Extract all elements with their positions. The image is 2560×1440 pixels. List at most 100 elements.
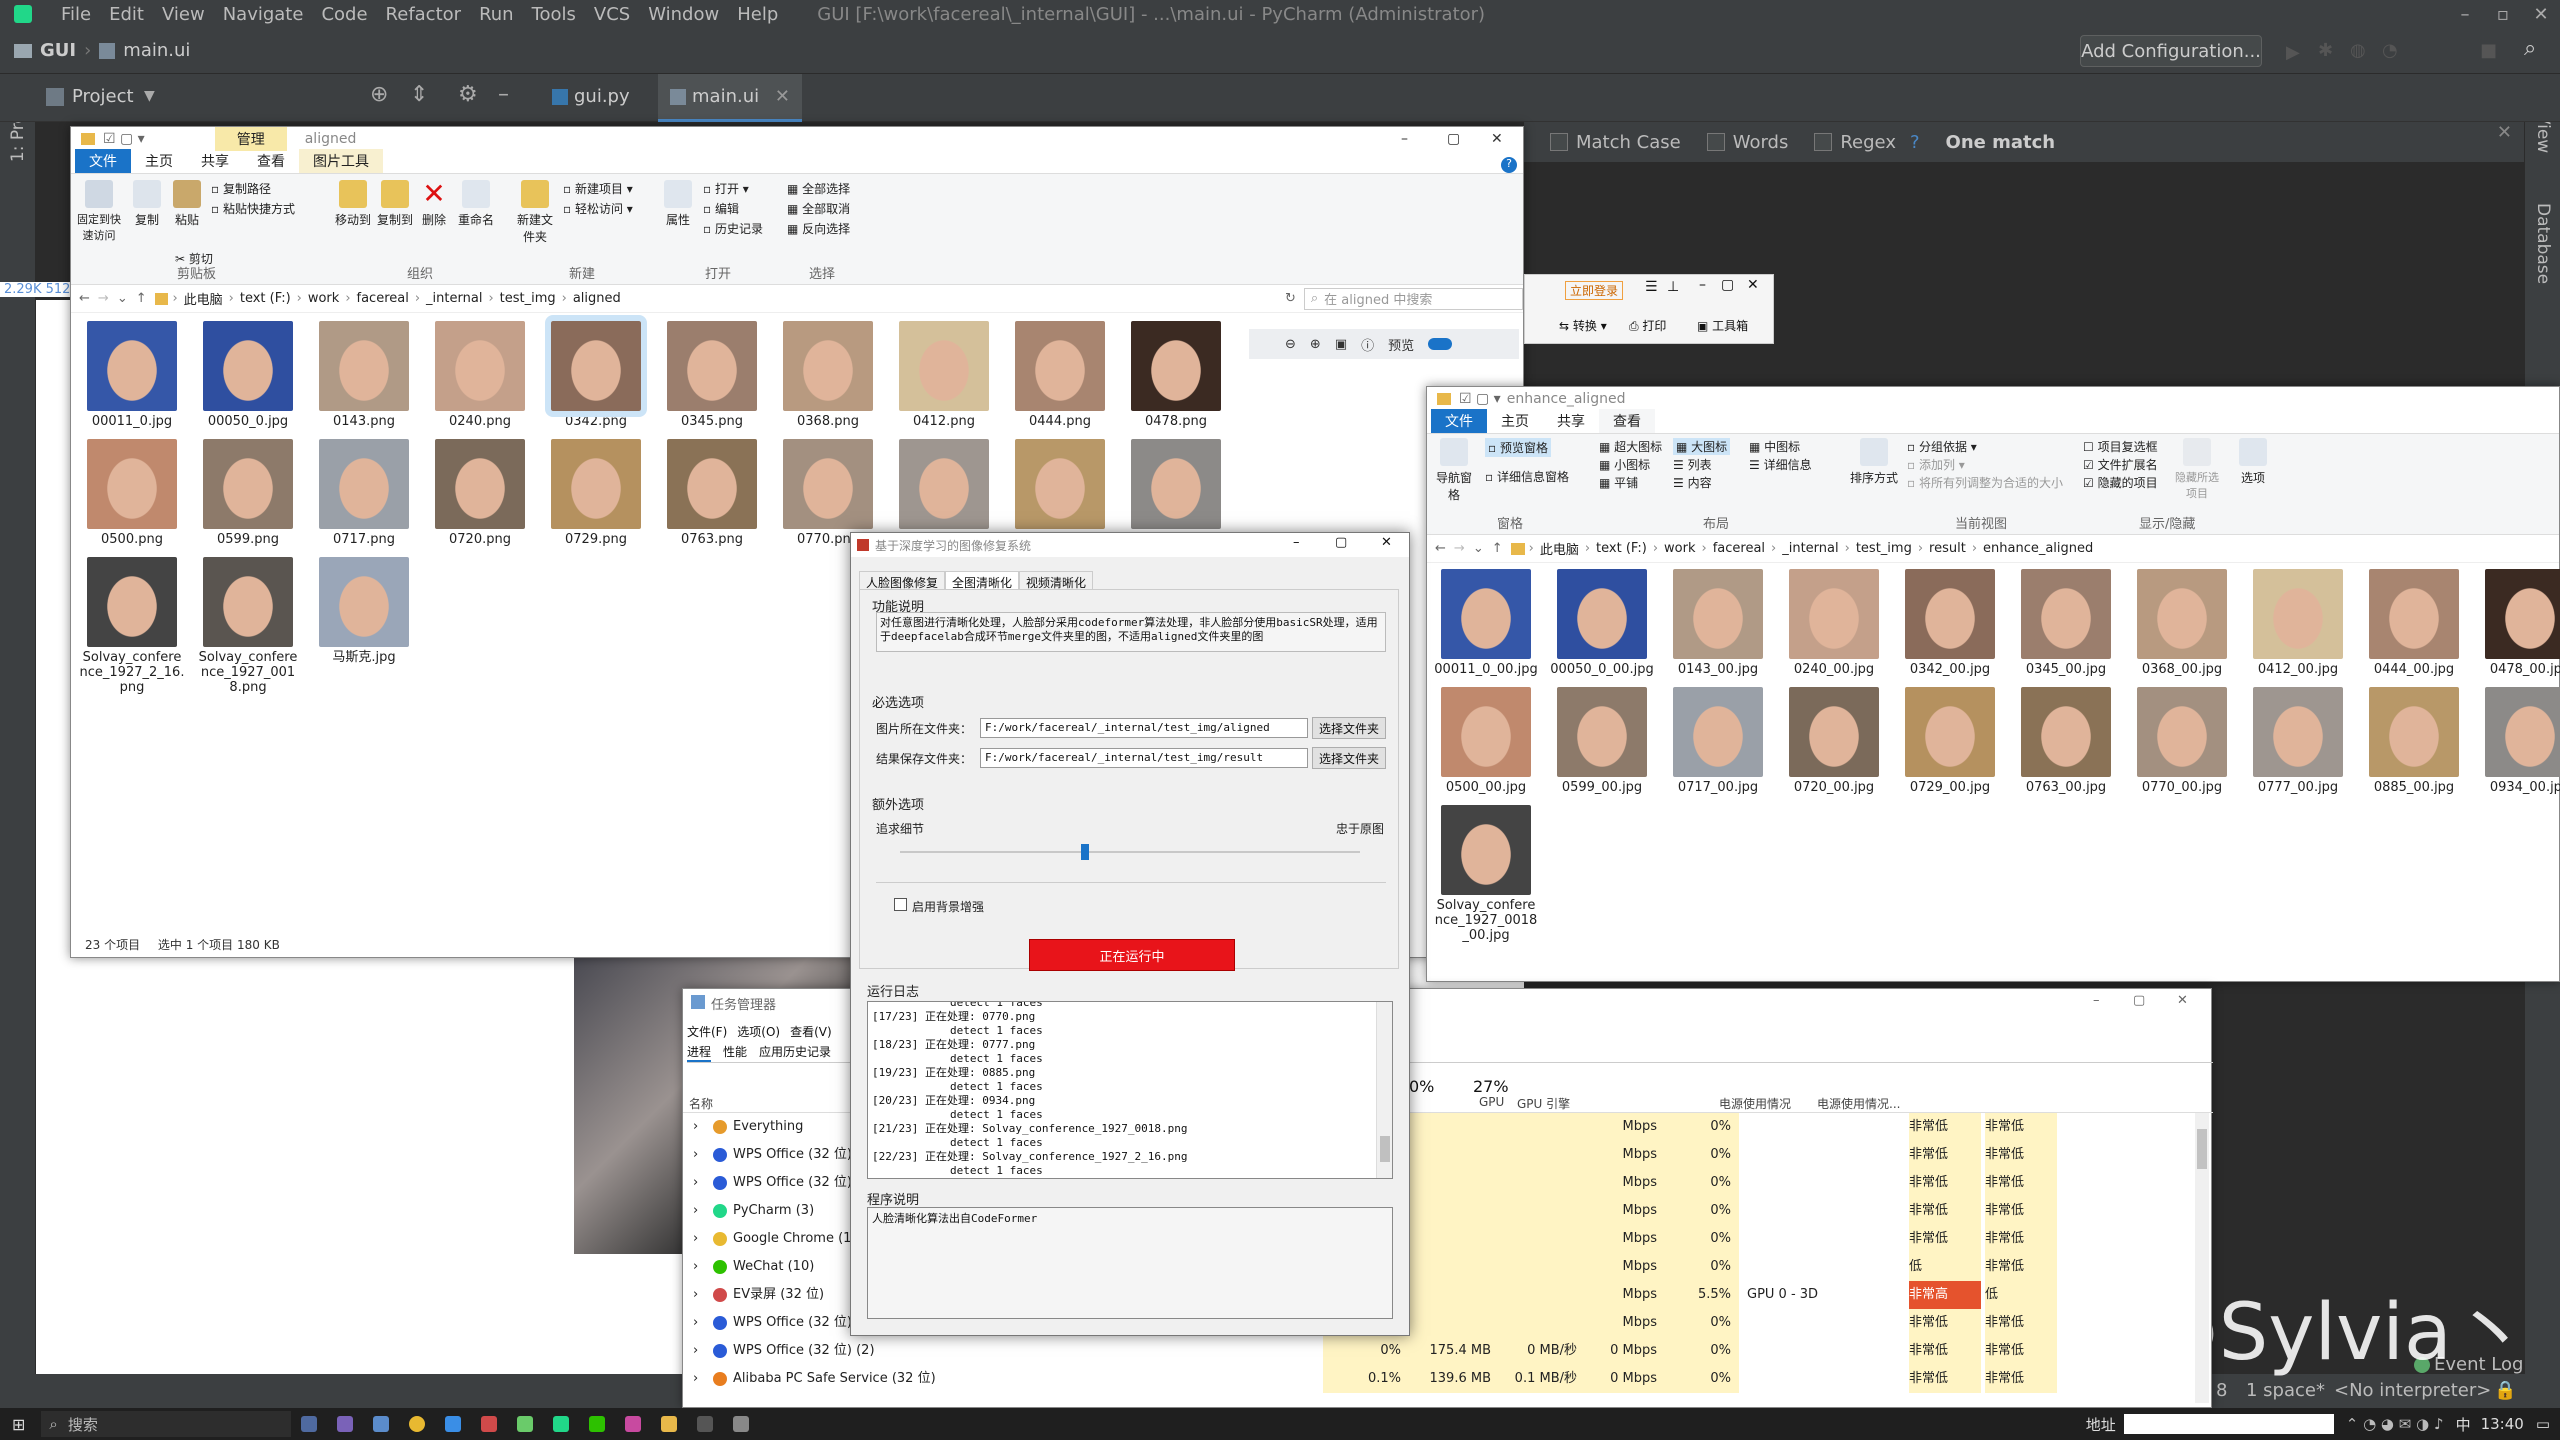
ex1-file-item[interactable]: 0500.png (79, 439, 185, 547)
ex1-file-item[interactable]: 0342.png (543, 315, 649, 429)
select-all-button[interactable]: ▦ 全部选择 (787, 180, 850, 197)
tab-home[interactable]: 主页 (1487, 409, 1543, 433)
paste-shortcut-button[interactable]: ▫ 粘贴快捷方式 (211, 200, 295, 217)
ex1-file-item[interactable]: 0478.png (1123, 321, 1229, 429)
tab-picture-tools[interactable]: 图片工具 (299, 149, 383, 173)
close-icon[interactable]: ✕ (1491, 131, 1503, 147)
back-icon[interactable]: ← (79, 291, 90, 306)
ex2-file-item[interactable]: Solvay_conference_1927_0018_00.jpg (1433, 805, 1539, 943)
lock-icon[interactable]: 🔒 (2494, 1380, 2516, 1401)
app-icon[interactable] (517, 1416, 534, 1432)
crumb[interactable]: 此电脑 (184, 289, 223, 308)
ex1-file-item[interactable]: 0240.png (427, 321, 533, 429)
ex2-file-item[interactable]: 0885_00.jpg (2361, 687, 2467, 795)
nav-pane-button[interactable]: 导航窗格 (1431, 438, 1477, 503)
ex1-file-item[interactable] (891, 439, 997, 532)
locate-icon[interactable]: ⊕ (370, 82, 388, 107)
invert-selection-button[interactable]: ▦ 反向选择 (787, 220, 850, 237)
tm-menu-options[interactable]: 选项(O) (737, 1023, 780, 1040)
copy-path-button[interactable]: ▫ 复制路径 (211, 180, 271, 197)
menu-vcs[interactable]: VCS (585, 4, 639, 25)
match-case-checkbox[interactable] (1550, 133, 1568, 151)
medium-icons-button[interactable]: ▦ 中图标 (1749, 438, 1800, 455)
ex2-file-item[interactable]: 0934_00.jpg (2477, 687, 2560, 795)
help-icon[interactable]: ⓘ (1361, 335, 1374, 354)
convert-button[interactable]: ⇆ 转换 ▾ (1559, 317, 1607, 334)
maximize-icon[interactable]: ▢ (1335, 535, 1347, 550)
database-tool-tab[interactable]: Database (2533, 203, 2553, 284)
details-pane-button[interactable]: ▫ 详细信息窗格 (1485, 468, 1569, 485)
tab-performance[interactable]: 性能 (723, 1043, 747, 1062)
scroll-thumb[interactable] (2197, 1129, 2207, 1169)
ex1-file-item[interactable]: 0763.png (659, 439, 765, 547)
app-icon[interactable] (445, 1416, 462, 1432)
crumb[interactable]: test_img (500, 291, 556, 306)
ex2-file-item[interactable]: 0478_00.jpg (2477, 569, 2560, 677)
large-icons-button[interactable]: ▦ 大图标 (1673, 438, 1731, 455)
choose-input-button[interactable]: 选择文件夹 (1312, 717, 1386, 739)
select-none-button[interactable]: ▦ 全部取消 (787, 200, 850, 217)
words-checkbox[interactable] (1706, 133, 1725, 151)
tiles-button[interactable]: ▦ 平铺 (1599, 474, 1638, 491)
tab-app-history[interactable]: 应用历史记录 (759, 1043, 831, 1062)
print-button[interactable]: ⎙ 打印 (1629, 317, 1666, 334)
crumb[interactable]: _internal (1782, 541, 1838, 556)
chrome-icon[interactable] (409, 1416, 426, 1432)
col-gpu-engine[interactable]: GPU 引擎 (1517, 1095, 1570, 1112)
ex1-file-item[interactable]: 0717.png (311, 439, 417, 547)
ex2-file-item[interactable]: 0240_00.jpg (1781, 569, 1887, 677)
ex1-file-item[interactable]: 00050_0.jpg (195, 321, 301, 429)
ex2-file-item[interactable]: 0763_00.jpg (2013, 687, 2119, 795)
ex1-file-item[interactable]: 0444.png (1007, 321, 1113, 429)
crumb[interactable]: work (308, 291, 339, 306)
col-power-trend[interactable]: 电源使用情况... (1817, 1095, 1900, 1112)
ex1-file-item[interactable]: 0368.png (775, 321, 881, 429)
edit-button[interactable]: ▫ 编辑 (703, 200, 739, 217)
collapse-icon[interactable]: ⇕ (410, 82, 428, 107)
easy-access-button[interactable]: ▫ 轻松访问 ▾ (563, 200, 633, 217)
search-box[interactable]: ⌕ 在 aligned 中搜索 (1303, 287, 1523, 310)
copy-button[interactable]: 复制 (129, 180, 165, 228)
crumb[interactable]: result (1929, 541, 1966, 556)
ex2-file-item[interactable]: 0777_00.jpg (2245, 687, 2351, 795)
preview-pane-button[interactable]: ▫ 预览窗格 (1485, 438, 1551, 457)
search-box[interactable]: ⌕ 搜索 (41, 1411, 292, 1437)
close-icon[interactable]: ✕ (1747, 277, 1759, 293)
ex2-file-item[interactable]: 0500_00.jpg (1433, 687, 1539, 795)
ex1-file-item[interactable]: 0770.png (775, 439, 881, 547)
crumb[interactable]: enhance_aligned (1983, 541, 2093, 556)
minimize-icon[interactable]: – (1699, 277, 1706, 293)
menu-refactor[interactable]: Refactor (377, 4, 471, 25)
task-view-icon[interactable] (301, 1416, 318, 1432)
menu-icon[interactable]: ☰ (1645, 279, 1658, 295)
menu-help[interactable]: Help (728, 4, 787, 25)
copy-to-button[interactable]: 复制到 (375, 180, 415, 228)
tab-view[interactable]: 查看 (1599, 409, 1655, 433)
tab-view[interactable]: 查看 (243, 149, 299, 173)
ex2-file-item[interactable]: 0412_00.jpg (2245, 569, 2351, 677)
hidden-items-toggle[interactable]: ☑ 隐藏的项目 (2083, 474, 2158, 491)
help-icon[interactable]: ? (1501, 157, 1517, 173)
breadcrumb-project[interactable]: GUI (40, 40, 76, 61)
ex1-file-item[interactable]: Solvay_conference_1927_2_16.png (79, 557, 185, 695)
move-to-button[interactable]: 移动到 (333, 180, 373, 228)
maximize-icon[interactable]: ▫ (2484, 4, 2522, 25)
process-row[interactable]: › Alibaba PC Safe Service (32 位) 0.1%139.6… (683, 1365, 2213, 1393)
ex2-file-item[interactable]: 0368_00.jpg (2129, 569, 2235, 677)
menu-file[interactable]: File (52, 4, 100, 25)
group-by-button[interactable]: ▫ 分组依据 ▾ (1907, 438, 1977, 455)
ex2-file-item[interactable]: 0770_00.jpg (2129, 687, 2235, 795)
pin-button[interactable]: 固定到快速访问 (75, 180, 123, 243)
zoom-out-icon[interactable]: ⊖ (1285, 337, 1296, 352)
ex2-file-item[interactable]: 00011_0_00.jpg (1433, 569, 1539, 677)
small-icons-button[interactable]: ▦ 小图标 (1599, 456, 1650, 473)
refresh-icon[interactable]: ↻ (1285, 291, 1296, 306)
paste-button[interactable]: 粘贴 (169, 180, 205, 228)
chevron-down-icon[interactable]: ▼ (144, 88, 155, 104)
recent-icon[interactable]: ⌄ (1473, 541, 1484, 556)
ex1-file-item[interactable]: 0720.png (427, 439, 533, 547)
properties-button[interactable]: 属性 (661, 180, 695, 228)
hide-selected-button[interactable]: 隐藏所选项目 (2173, 438, 2221, 501)
tm-menu-view[interactable]: 查看(V) (790, 1023, 832, 1040)
notification-icon[interactable]: ▭ (2536, 1415, 2550, 1433)
